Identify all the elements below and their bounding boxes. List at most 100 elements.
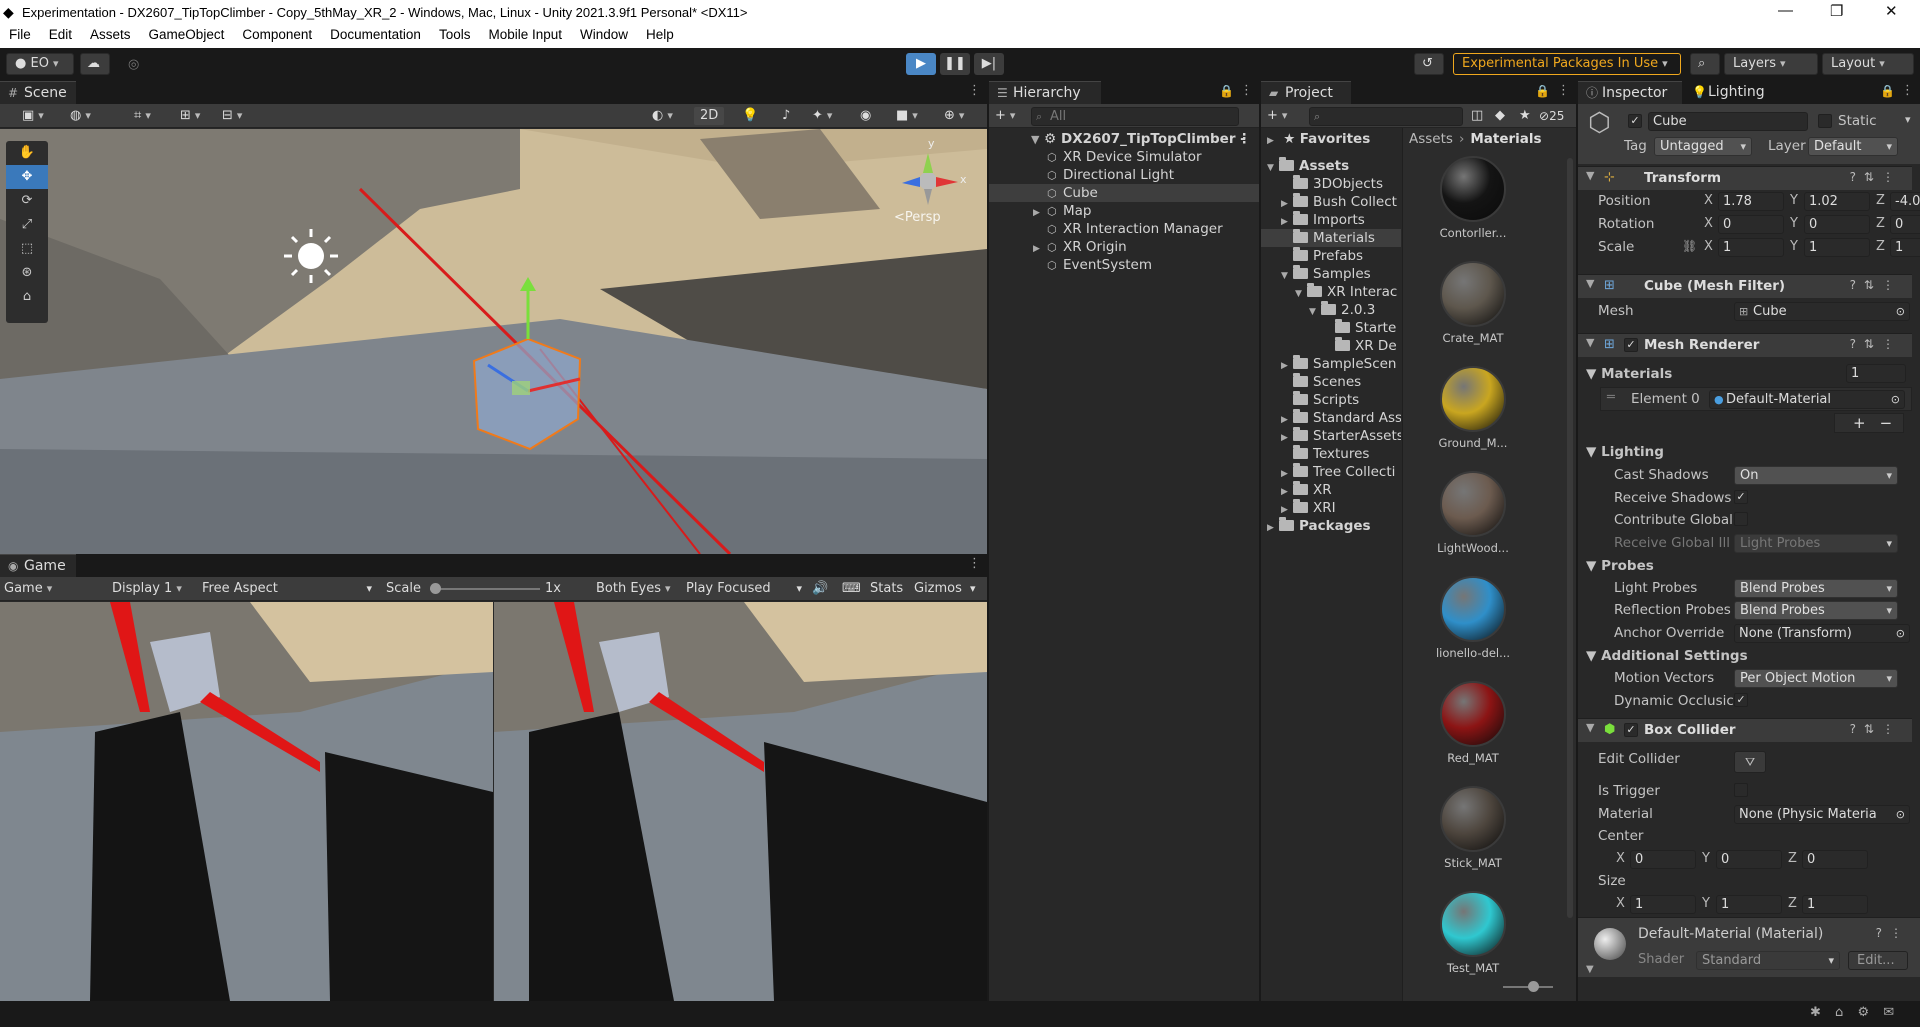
cache-server-icon[interactable]: ⌂ bbox=[1835, 1005, 1843, 1020]
rotation-x-field[interactable]: 0 bbox=[1718, 215, 1784, 234]
project-search-input[interactable]: ⌕ bbox=[1309, 107, 1463, 126]
material-asset[interactable]: Stick_MAT bbox=[1403, 786, 1543, 870]
layer-dropdown[interactable]: Default bbox=[1808, 137, 1898, 156]
menu-window[interactable]: Window bbox=[571, 26, 637, 43]
orientation-gizmo[interactable]: y x <Persp bbox=[886, 137, 976, 225]
dynamic-occlusion-checkbox[interactable]: ✓ bbox=[1734, 693, 1748, 707]
lighting-foldout[interactable]: ▼ Lighting bbox=[1586, 444, 1664, 460]
probes-foldout[interactable]: ▼ Probes bbox=[1586, 558, 1654, 574]
material-asset[interactable]: Ground_M... bbox=[1403, 366, 1543, 450]
mesh-renderer-header[interactable]: ▼ ⊞ ✓ Mesh Renderer ?⇅⋮ bbox=[1578, 333, 1912, 357]
shading-mode-icon[interactable]: ◐ bbox=[652, 107, 673, 125]
hierarchy-item[interactable]: ⬡ XR Interaction Manager bbox=[1047, 220, 1223, 238]
rect-tool-icon[interactable]: ⬚ bbox=[6, 237, 48, 261]
hierarchy-item[interactable]: ▶ ⬡ Map bbox=[1033, 202, 1092, 220]
transform-header[interactable]: ▼ ⊹ Transform ?⇅⋮ bbox=[1578, 166, 1912, 190]
notifications-icon[interactable]: ✉ bbox=[1883, 1005, 1894, 1020]
material-asset[interactable]: Contorller... bbox=[1403, 156, 1543, 240]
scale-tool-icon[interactable]: ⤢ bbox=[6, 213, 48, 237]
center-y-axis-label[interactable]: Y bbox=[1702, 851, 1710, 866]
hand-tool-icon[interactable]: ✋ bbox=[6, 141, 48, 165]
materials-foldout[interactable]: ▼ Materials bbox=[1586, 366, 1672, 382]
search-button[interactable]: ⌕ bbox=[1690, 53, 1720, 75]
center-y-field[interactable]: 0 bbox=[1716, 850, 1782, 869]
component-tools-icon[interactable]: ?⇅⋮ bbox=[1850, 278, 1902, 292]
gizmos-dropdown-icon[interactable]: ▾ bbox=[970, 580, 976, 598]
increment-snap-icon[interactable]: ⊟ bbox=[222, 107, 242, 125]
project-folder-item[interactable]: ▶ Tree Collecti bbox=[1281, 463, 1395, 481]
is-trigger-checkbox[interactable] bbox=[1734, 783, 1748, 797]
object-picker-icon[interactable]: ⊙ bbox=[1895, 806, 1905, 823]
menu-gameobject[interactable]: GameObject bbox=[140, 26, 234, 43]
rotation-y-field[interactable]: 0 bbox=[1804, 215, 1870, 234]
grid-snap-icon[interactable]: ⌗ bbox=[134, 107, 151, 125]
mesh-filter-header[interactable]: ▼ ⊞ Cube (Mesh Filter) ?⇅⋮ bbox=[1578, 274, 1912, 298]
project-folder-item[interactable]: ▼ Samples bbox=[1281, 265, 1371, 283]
favorite-icon[interactable]: ★ bbox=[1519, 107, 1531, 125]
rotation-x-axis-label[interactable]: X bbox=[1704, 216, 1713, 231]
project-folder-item[interactable]: Scenes bbox=[1281, 373, 1361, 391]
project-folder-item[interactable]: ▼ XR Interac bbox=[1295, 283, 1397, 301]
object-picker-icon[interactable]: ⊙ bbox=[1896, 625, 1905, 642]
game-view-dropdown[interactable]: Game bbox=[4, 580, 98, 598]
project-folder-item[interactable]: Prefabs bbox=[1281, 247, 1363, 265]
project-folder-item[interactable]: ▶ StarterAssets bbox=[1281, 427, 1401, 445]
element0-field[interactable]: ● Default-Material ⊙ bbox=[1709, 390, 1905, 409]
project-folder-item[interactable]: ▶ Standard Ass bbox=[1281, 409, 1401, 427]
gizmos-icon[interactable]: ⊕ bbox=[944, 107, 964, 125]
project-folder-item[interactable]: ▼ 2.0.3 bbox=[1309, 301, 1375, 319]
step-button[interactable]: ▶| bbox=[974, 53, 1004, 75]
rotate-tool-icon[interactable]: ⟳ bbox=[6, 189, 48, 213]
edit-collider-button[interactable]: ⛛ bbox=[1734, 751, 1766, 773]
rotation-z-field[interactable]: 0 bbox=[1890, 215, 1920, 234]
scale-y-axis-label[interactable]: Y bbox=[1790, 239, 1798, 254]
anchor-override-field[interactable]: None (Transform) ⊙ bbox=[1734, 624, 1910, 643]
menu-help[interactable]: Help bbox=[637, 26, 683, 43]
asset-scrollbar[interactable] bbox=[1567, 158, 1573, 918]
scene-viewport[interactable]: ✋ ✥ ⟳ ⤢ ⬚ ⊛ ⌂ y x <Persp bbox=[0, 129, 987, 554]
layout-dropdown[interactable]: Layout bbox=[1822, 53, 1914, 75]
play-mode-dropdown[interactable]: Play Focused ▾ bbox=[686, 580, 802, 598]
debug-mode-icon[interactable]: ⚙ bbox=[1857, 1005, 1869, 1020]
hierarchy-item[interactable]: ⬡ XR Device Simulator bbox=[1047, 148, 1202, 166]
projection-label[interactable]: <Persp bbox=[894, 210, 941, 225]
material-asset[interactable]: Red_MAT bbox=[1403, 681, 1543, 765]
audio-toggle-icon[interactable]: ♪ bbox=[782, 107, 790, 125]
material-asset[interactable]: Crate_MAT bbox=[1403, 261, 1543, 345]
project-folder-item[interactable]: ▶ Imports bbox=[1281, 211, 1365, 229]
grid-icon[interactable]: ⊞ bbox=[180, 107, 200, 125]
tab-project[interactable]: ▰ Project bbox=[1261, 81, 1351, 104]
project-folder-item[interactable]: Starte bbox=[1323, 319, 1396, 337]
stats-button[interactable]: Stats bbox=[870, 580, 903, 598]
tab-inspector[interactable]: ⓘ Inspector bbox=[1578, 81, 1682, 104]
expand-arrow-icon[interactable]: ▶ bbox=[1033, 204, 1047, 222]
breadcrumb-current[interactable]: Materials bbox=[1470, 131, 1541, 147]
maximize-button[interactable]: ❐ bbox=[1830, 2, 1843, 20]
menu-edit[interactable]: Edit bbox=[40, 26, 81, 43]
box-collider-header[interactable]: ▼ ⬢ ✓ Box Collider ?⇅⋮ bbox=[1578, 718, 1912, 742]
lighting-toggle-icon[interactable]: 💡 bbox=[742, 107, 758, 125]
effects-icon[interactable]: ✦ bbox=[812, 107, 832, 125]
create-button[interactable]: + bbox=[995, 107, 1015, 125]
project-folder-item[interactable]: XR De bbox=[1323, 337, 1397, 355]
cast-shadows-dropdown[interactable]: On bbox=[1734, 466, 1898, 485]
inspector-menu-icon[interactable]: ⋮ bbox=[1901, 83, 1914, 98]
position-z-field[interactable]: -4.02 bbox=[1890, 192, 1920, 211]
custom-tool-icon[interactable]: ⌂ bbox=[6, 285, 48, 309]
inspector-lock-icon[interactable]: 🔒 bbox=[1880, 84, 1895, 98]
hidden-count[interactable]: ⊘25 bbox=[1539, 107, 1564, 125]
project-create-button[interactable]: + bbox=[1267, 107, 1287, 125]
expand-arrow-icon[interactable]: ▼ bbox=[1281, 267, 1293, 285]
draw-mode-icon[interactable]: ▣ bbox=[22, 107, 44, 125]
static-checkbox[interactable] bbox=[1818, 114, 1832, 128]
mode-2d-toggle[interactable]: 2D bbox=[694, 107, 725, 125]
scale-x-field[interactable]: 1 bbox=[1718, 238, 1784, 257]
move-tool-icon[interactable]: ✥ bbox=[6, 165, 48, 189]
scale-slider[interactable] bbox=[430, 588, 540, 590]
keyboard-icon[interactable]: ⌨ bbox=[842, 580, 861, 598]
global-icon[interactable]: ◍ bbox=[70, 107, 91, 125]
motion-vectors-dropdown[interactable]: Per Object Motion bbox=[1734, 669, 1898, 688]
mesh-renderer-enabled-checkbox[interactable]: ✓ bbox=[1624, 338, 1638, 352]
history-button[interactable]: ↺ bbox=[1414, 53, 1444, 75]
size-x-axis-label[interactable]: X bbox=[1616, 896, 1625, 911]
